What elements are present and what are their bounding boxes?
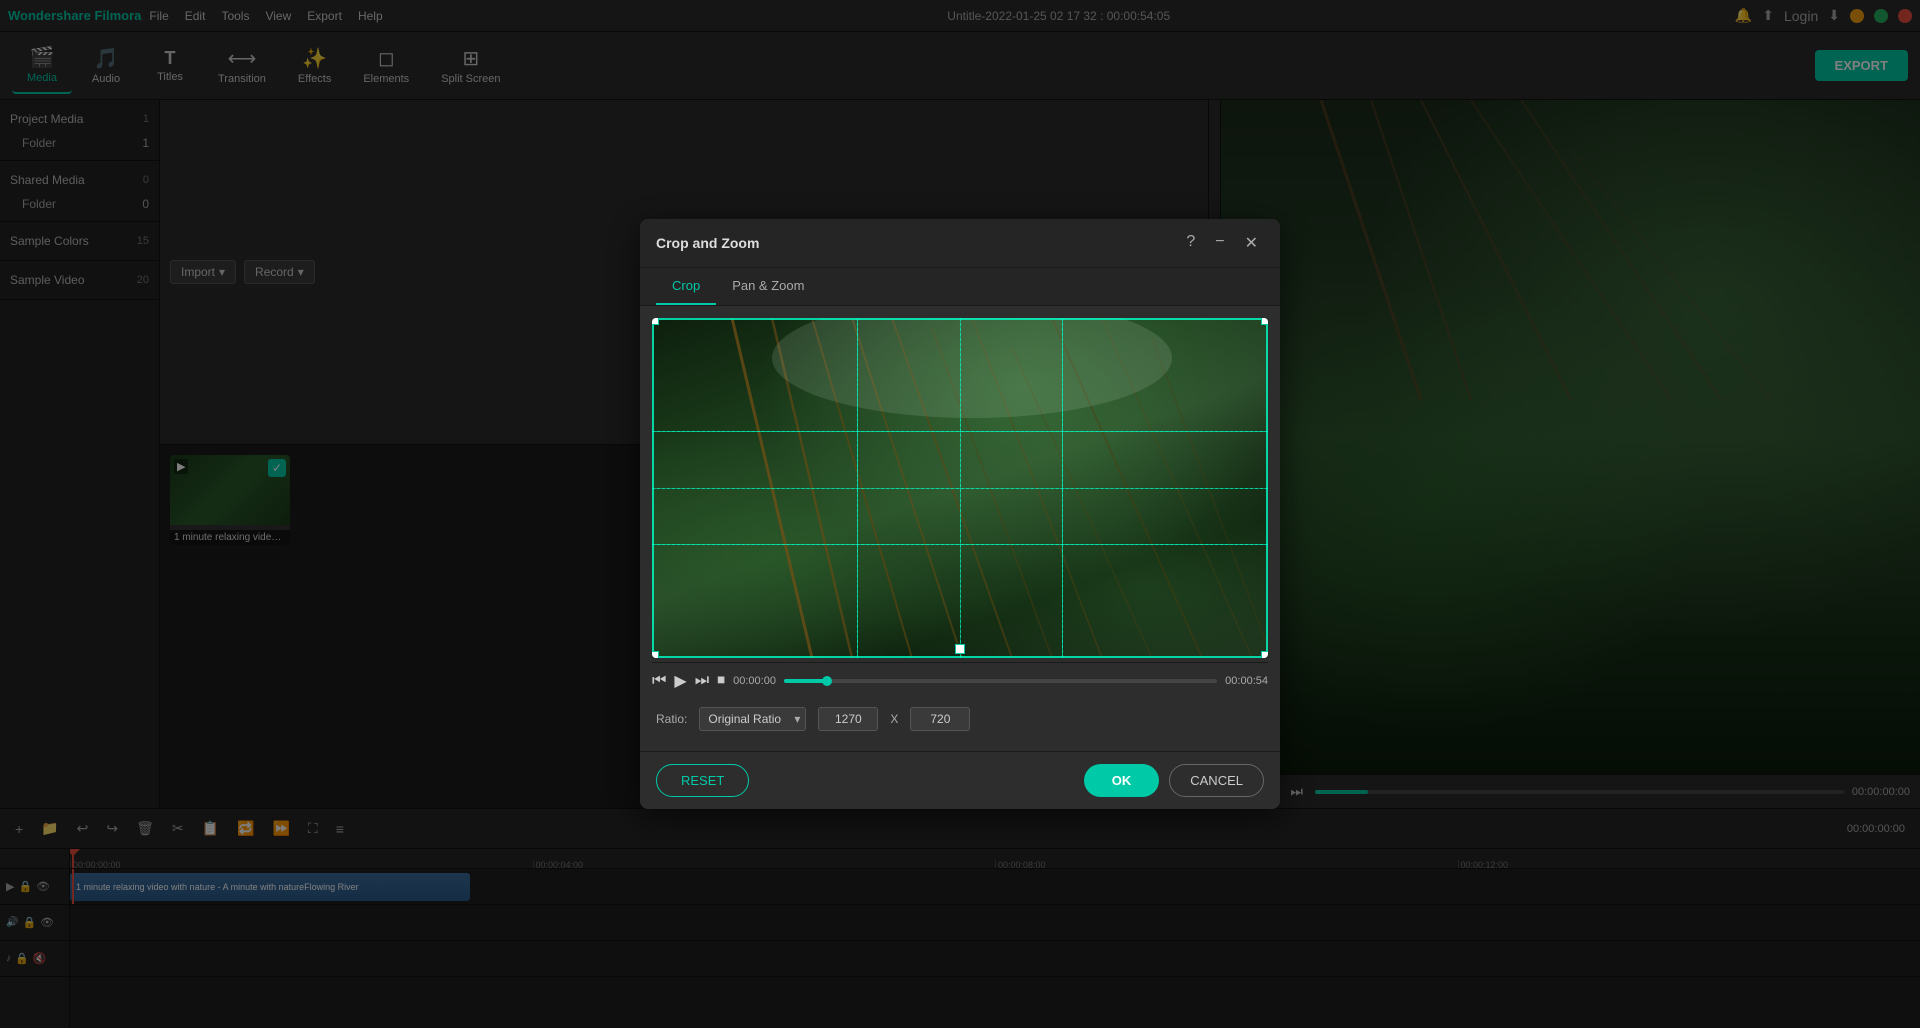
ratio-height-input[interactable] bbox=[910, 707, 970, 731]
modal-header-actions: ? − ✕ bbox=[1180, 231, 1264, 255]
modal-minimize-btn[interactable]: − bbox=[1209, 231, 1230, 255]
ratio-x-label: X bbox=[890, 712, 898, 726]
modal-progress-fill bbox=[784, 679, 827, 683]
ratio-select[interactable]: Original Ratio 16:9 4:3 1:1 9:16 bbox=[699, 707, 806, 731]
modal-close-btn[interactable]: ✕ bbox=[1239, 231, 1264, 255]
modal-footer: RESET OK CANCEL bbox=[640, 751, 1280, 809]
crop-forest-svg bbox=[652, 318, 1268, 658]
modal-tab-crop[interactable]: Crop bbox=[656, 268, 716, 305]
crop-handle-bc[interactable] bbox=[955, 644, 965, 654]
ok-button[interactable]: OK bbox=[1084, 764, 1160, 797]
modal-tabs: Crop Pan & Zoom bbox=[640, 268, 1280, 306]
modal-progress-bar[interactable] bbox=[784, 679, 1217, 683]
modal-playback-duration: 00:00:54 bbox=[1225, 675, 1268, 687]
modal-title: Crop and Zoom bbox=[656, 235, 759, 251]
modal-prev-frame-btn[interactable]: ⏮ bbox=[652, 672, 666, 690]
crop-zoom-modal: Crop and Zoom ? − ✕ Crop Pan & Zoom bbox=[640, 219, 1280, 809]
modal-tab-pan-zoom[interactable]: Pan & Zoom bbox=[716, 268, 820, 305]
cancel-button[interactable]: CANCEL bbox=[1169, 764, 1264, 797]
ratio-width-input[interactable] bbox=[818, 707, 878, 731]
modal-next-frame-btn[interactable]: ⏭ bbox=[695, 672, 709, 690]
modal-ratio-row: Ratio: Original Ratio 16:9 4:3 1:1 9:16 … bbox=[652, 699, 1268, 739]
modal-play-btn[interactable]: ▶ bbox=[674, 671, 686, 691]
ratio-select-wrap: Original Ratio 16:9 4:3 1:1 9:16 bbox=[699, 707, 806, 731]
crop-preview-area bbox=[652, 318, 1268, 658]
modal-progress-dot bbox=[822, 676, 832, 686]
modal-stop-btn[interactable]: ⏹ bbox=[717, 672, 725, 690]
ratio-label: Ratio: bbox=[656, 712, 687, 726]
modal-help-btn[interactable]: ? bbox=[1180, 231, 1201, 255]
crop-forest-bg bbox=[652, 318, 1268, 658]
modal-playback-current: 00:00:00 bbox=[733, 675, 776, 687]
reset-button[interactable]: RESET bbox=[656, 764, 749, 797]
modal-playback: ⏮ ▶ ⏭ ⏹ 00:00:00 00:00:54 bbox=[652, 662, 1268, 699]
modal-footer-right: OK CANCEL bbox=[1084, 764, 1264, 797]
modal-header: Crop and Zoom ? − ✕ bbox=[640, 219, 1280, 268]
modal-overlay: Crop and Zoom ? − ✕ Crop Pan & Zoom bbox=[0, 0, 1920, 1028]
modal-body: ⏮ ▶ ⏭ ⏹ 00:00:00 00:00:54 Ratio: Origina… bbox=[640, 306, 1280, 751]
